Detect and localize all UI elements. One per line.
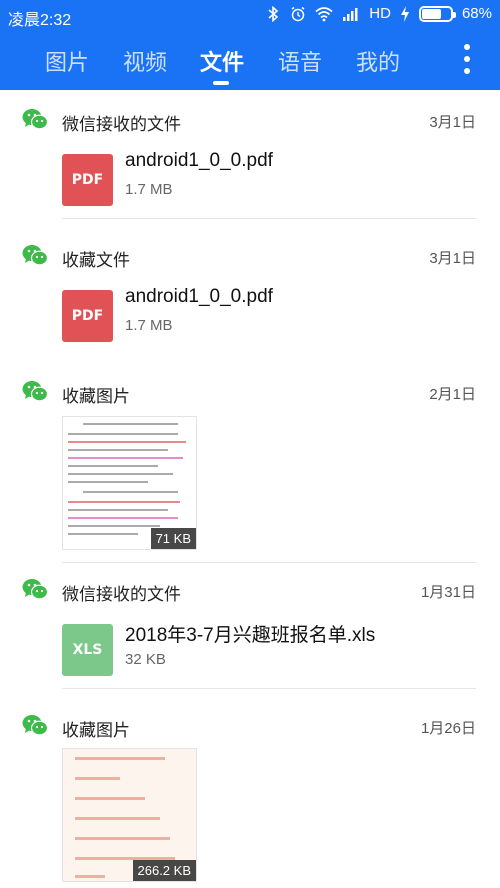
more-menu-icon[interactable]	[464, 44, 470, 76]
pdf-file-icon: PDF	[62, 154, 113, 206]
group-title: 微信接收的文件	[62, 585, 181, 604]
status-icons: HD 68%	[265, 5, 492, 22]
tab-images[interactable]: 图片	[37, 45, 97, 77]
file-name: android1_0_0.pdf	[125, 286, 273, 307]
status-bar: 凌晨2:32 HD 68%	[0, 0, 500, 30]
charging-icon	[400, 5, 409, 22]
wechat-icon	[22, 109, 48, 130]
group-title: 微信接收的文件	[62, 115, 181, 134]
status-time: 凌晨2:32	[8, 12, 72, 29]
wechat-icon	[22, 381, 48, 402]
image-size-badge: 266.2 KB	[132, 860, 196, 881]
group-header: 收藏图片 1月26日	[0, 696, 500, 756]
battery-percent: 68%	[461, 5, 492, 22]
battery-icon	[418, 5, 456, 22]
tab-files[interactable]: 文件	[192, 45, 252, 77]
group-title: 收藏图片	[62, 721, 130, 740]
xls-file-icon: XLS	[62, 624, 113, 676]
group-header: 微信接收的文件 3月1日	[0, 90, 500, 150]
file-size: 1.7 MB	[125, 181, 173, 198]
group-date: 3月1日	[429, 250, 476, 267]
wechat-icon	[22, 715, 48, 736]
divider	[62, 688, 476, 689]
divider	[62, 218, 476, 219]
image-size-badge: 71 KB	[150, 528, 196, 549]
active-tab-indicator	[213, 81, 229, 85]
alarm-icon	[291, 6, 305, 21]
file-size: 1.7 MB	[125, 317, 173, 334]
group-date: 2月1日	[429, 386, 476, 403]
group-title: 收藏图片	[62, 387, 130, 406]
wechat-icon	[22, 245, 48, 266]
tab-bar: 图片 视频 文件 语音 我的	[0, 30, 500, 90]
image-thumbnail[interactable]: 266.2 KB	[62, 748, 197, 882]
group-date: 3月1日	[429, 114, 476, 131]
image-thumbnail[interactable]: 71 KB	[62, 416, 197, 550]
pdf-file-icon: PDF	[62, 290, 113, 342]
group-header: 收藏图片 2月1日	[0, 362, 500, 422]
group-date: 1月31日	[420, 584, 476, 601]
file-name: android1_0_0.pdf	[125, 150, 273, 171]
wechat-icon	[22, 579, 48, 600]
group-header: 微信接收的文件 1月31日	[0, 560, 500, 620]
group-title: 收藏文件	[62, 251, 130, 270]
network-type: HD	[369, 5, 391, 22]
tab-voice[interactable]: 语音	[270, 45, 330, 77]
bluetooth-icon	[268, 5, 279, 22]
group-header: 收藏文件 3月1日	[0, 226, 500, 286]
wifi-icon	[315, 6, 333, 21]
file-name: 2018年3-7月兴趣班报名单.xls	[125, 625, 376, 646]
tab-mine[interactable]: 我的	[348, 45, 408, 77]
tab-videos[interactable]: 视频	[115, 45, 175, 77]
signal-icon	[343, 7, 358, 21]
file-size: 32 KB	[125, 651, 166, 668]
group-date: 1月26日	[420, 720, 476, 737]
